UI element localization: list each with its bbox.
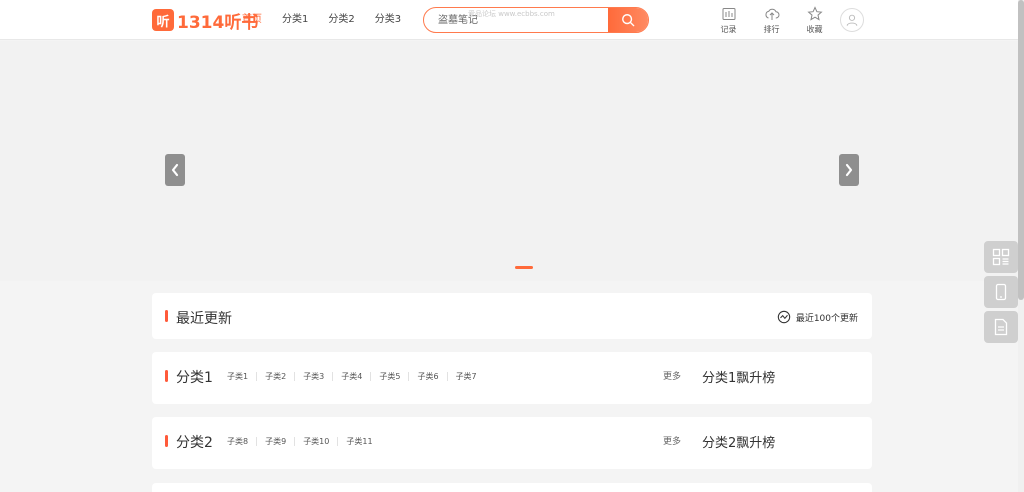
subcategory-list: 子类8 子类9 子类10 子类11 <box>227 436 381 447</box>
search-icon <box>622 14 635 27</box>
mobile-button[interactable] <box>984 276 1018 308</box>
section-marker <box>165 310 168 322</box>
divider <box>294 437 296 446</box>
recent-updates-section: 最近更新 最近100个更新 <box>152 293 872 339</box>
nav-category-1[interactable]: 分类1 <box>282 13 308 27</box>
subcategory-link[interactable]: 子类11 <box>346 436 380 447</box>
section-marker <box>165 370 168 382</box>
divider <box>256 372 258 381</box>
history-button[interactable]: 记录 <box>707 6 750 35</box>
subcategory-link[interactable]: 子类5 <box>379 371 408 382</box>
subcategory-link[interactable]: 子类1 <box>227 371 256 382</box>
carousel-next-button[interactable] <box>839 154 859 186</box>
divider <box>294 372 296 381</box>
star-icon <box>806 6 823 21</box>
carousel-indicator[interactable] <box>515 266 533 269</box>
favorite-button[interactable]: 收藏 <box>793 6 836 35</box>
rank-icon <box>764 8 779 20</box>
more-link[interactable]: 更多 <box>663 434 681 447</box>
subcategory-link[interactable]: 子类9 <box>265 436 294 447</box>
user-icon <box>846 14 858 26</box>
subcategory-link[interactable]: 子类3 <box>303 371 332 382</box>
divider <box>408 372 410 381</box>
section-marker <box>165 435 168 447</box>
divider <box>256 437 258 446</box>
mobile-icon <box>995 283 1007 301</box>
rank-label: 排行 <box>763 25 780 34</box>
logo-mark: 听 <box>152 9 174 31</box>
user-avatar[interactable] <box>840 8 864 32</box>
subcategory-link[interactable]: 子类10 <box>303 436 337 447</box>
divider <box>370 372 372 381</box>
divider <box>446 372 448 381</box>
subcategory-link[interactable]: 子类2 <box>265 371 294 382</box>
watermark-text: 爱品论坛 www.ecbbs.com <box>468 10 555 18</box>
recent-100-link[interactable]: 最近100个更新 <box>777 310 858 324</box>
qrcode-button[interactable] <box>984 241 1018 273</box>
category-section-3 <box>152 483 872 492</box>
banner-carousel <box>0 41 1018 281</box>
history-icon <box>722 8 735 20</box>
chevron-right-icon <box>845 163 853 177</box>
nav-category-2[interactable]: 分类2 <box>328 13 354 27</box>
section-title: 最近更新 <box>176 311 232 327</box>
carousel-prev-button[interactable] <box>165 154 185 186</box>
category-section-1: 分类1 子类1 子类2 子类3 子类4 子类5 子类6 子类7 更多 分类1飘升… <box>152 352 872 404</box>
subcategory-link[interactable]: 子类6 <box>417 371 446 382</box>
history-label: 记录 <box>720 25 737 34</box>
qrcode-icon <box>992 248 1010 266</box>
header-tools: 记录 排行 收藏 <box>707 6 836 35</box>
favorite-label: 收藏 <box>806 25 823 34</box>
recent-100-label: 最近100个更新 <box>795 313 858 324</box>
nav-category-3[interactable]: 分类3 <box>375 13 401 27</box>
rising-chart-title: 分类2飘升榜 <box>702 436 776 451</box>
category-title[interactable]: 分类2 <box>176 432 213 452</box>
rank-button[interactable]: 排行 <box>750 6 793 35</box>
nav-home[interactable]: 首页 <box>242 13 262 27</box>
document-icon <box>994 318 1008 336</box>
subcategory-link[interactable]: 子类7 <box>456 371 485 382</box>
subcategory-link[interactable]: 子类8 <box>227 436 256 447</box>
subcategory-list: 子类1 子类2 子类3 子类4 子类5 子类6 子类7 <box>227 371 485 382</box>
category-section-2: 分类2 子类8 子类9 子类10 子类11 更多 分类2飘升榜 <box>152 417 872 469</box>
chevron-left-icon <box>171 163 179 177</box>
divider <box>337 437 339 446</box>
divider <box>332 372 334 381</box>
category-title[interactable]: 分类1 <box>176 367 213 387</box>
top-header: 听 1314听书 首页 分类1 分类2 分类3 爱品论坛 www.ecbbs.c… <box>0 0 1024 40</box>
subcategory-link[interactable]: 子类4 <box>341 371 370 382</box>
feedback-button[interactable] <box>984 311 1018 343</box>
rising-chart-title: 分类1飘升榜 <box>702 371 776 386</box>
scrollbar-thumb[interactable] <box>1018 0 1024 300</box>
more-link[interactable]: 更多 <box>663 369 681 382</box>
search-button[interactable] <box>608 8 648 32</box>
main-nav: 首页 分类1 分类2 分类3 <box>242 13 421 27</box>
trend-icon <box>777 310 791 324</box>
